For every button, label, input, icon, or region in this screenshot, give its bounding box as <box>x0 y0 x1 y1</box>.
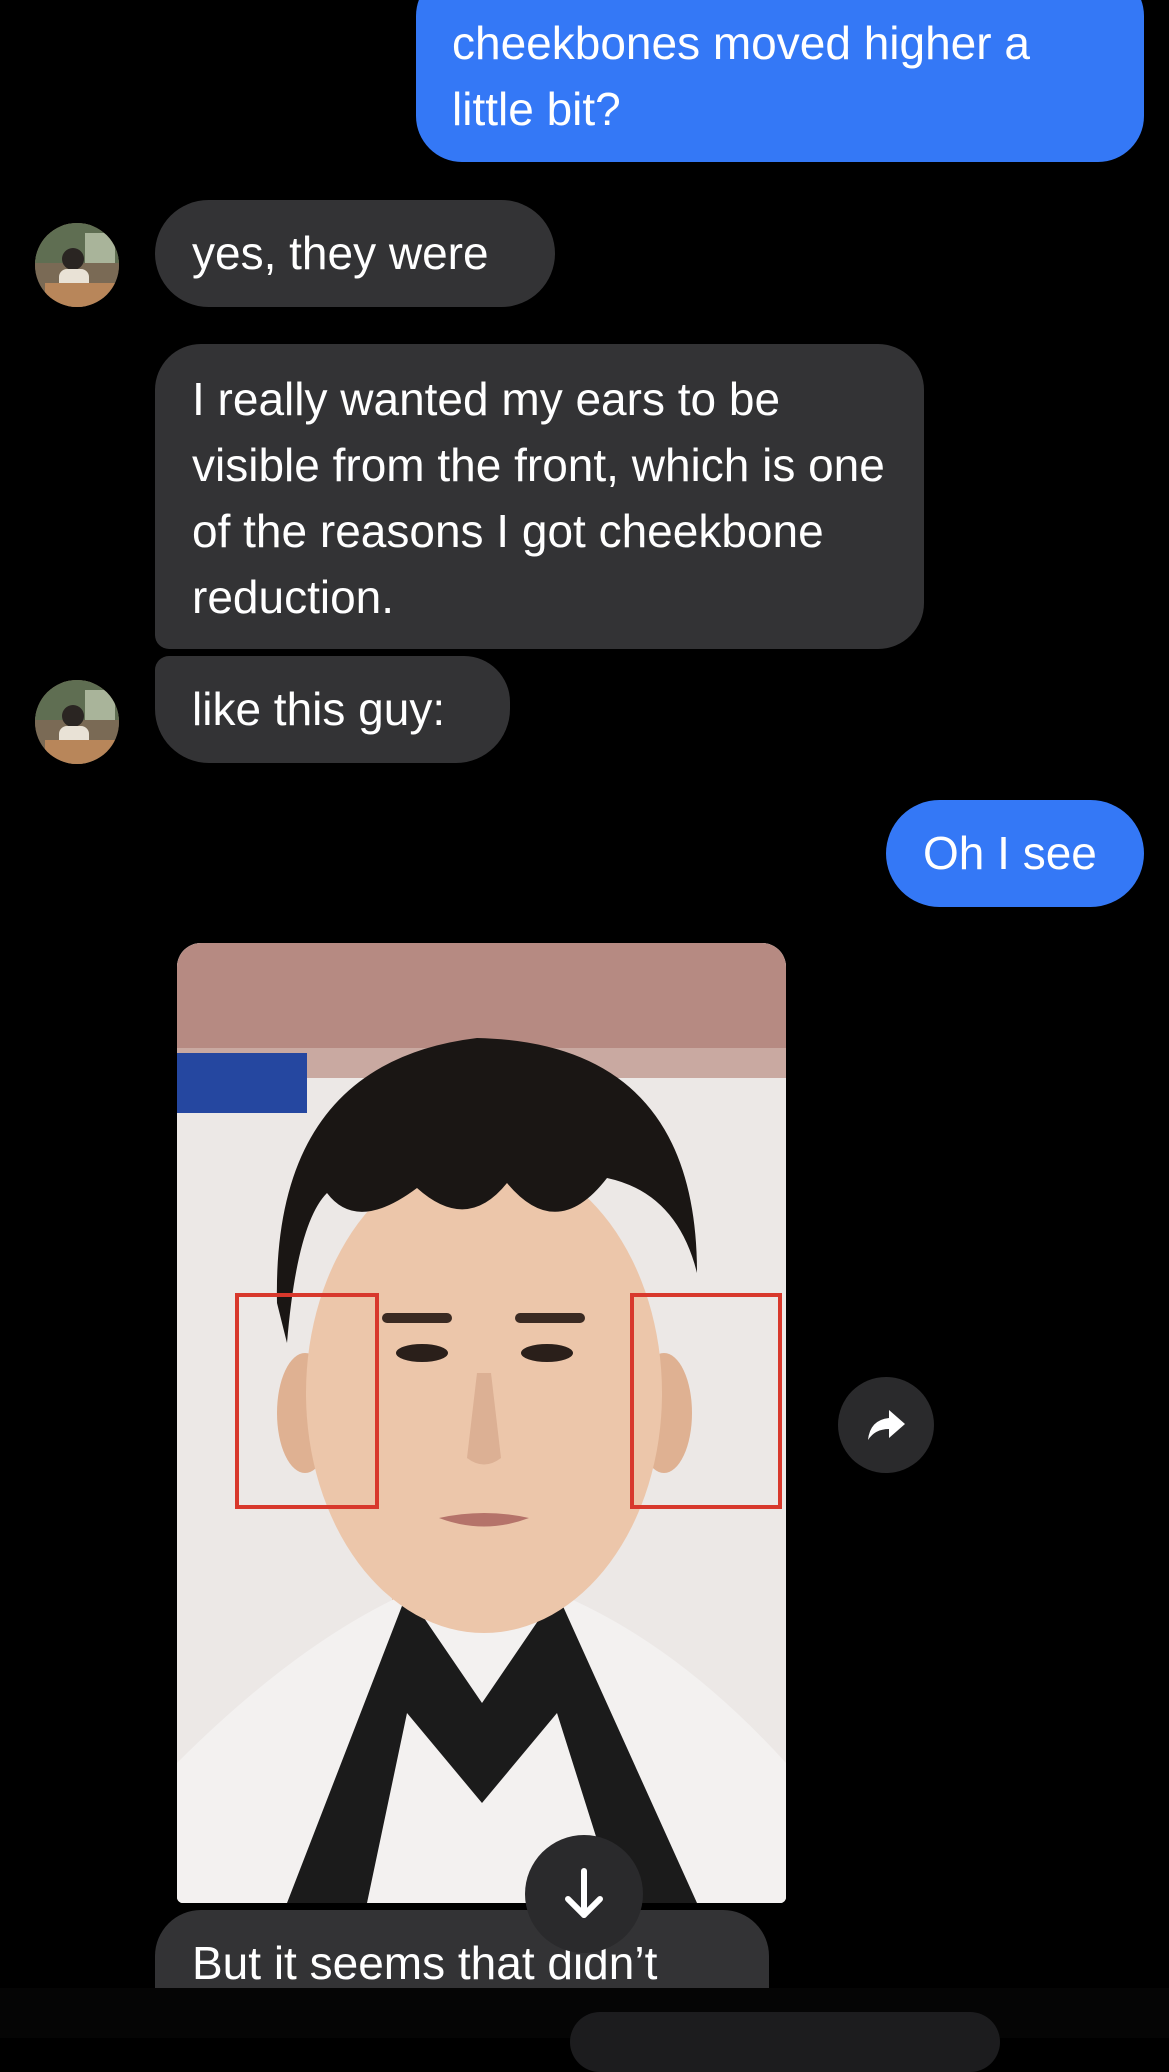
message-bubble-incoming[interactable]: like this guy: <box>155 656 510 763</box>
avatar-image <box>35 680 119 764</box>
message-text: Oh I see <box>923 827 1097 879</box>
message-text: I really wanted my ears to be visible fr… <box>192 373 885 623</box>
message-bubble-incoming[interactable]: I really wanted my ears to be visible fr… <box>155 344 924 649</box>
message-bubble-outgoing[interactable]: cheekbones moved higher a little bit? <box>416 0 1144 162</box>
message-text: cheekbones moved higher a little bit? <box>452 17 1030 135</box>
contact-avatar[interactable] <box>35 223 119 307</box>
avatar-image <box>35 223 119 307</box>
scroll-to-bottom-button[interactable] <box>525 1835 643 1953</box>
portrait-image <box>177 943 786 1903</box>
message-bubble-incoming[interactable]: yes, they were <box>155 200 555 307</box>
forward-button[interactable] <box>838 1377 934 1473</box>
message-text: yes, they were <box>192 227 489 279</box>
share-forward-icon <box>868 1410 905 1440</box>
message-bubble-outgoing[interactable]: Oh I see <box>886 800 1144 907</box>
contact-avatar[interactable] <box>35 680 119 764</box>
message-input[interactable] <box>570 2012 1000 2072</box>
arrow-down-icon <box>565 1868 603 1918</box>
photo-message[interactable] <box>177 943 786 1903</box>
message-text: like this guy: <box>192 683 446 735</box>
message-bubble-incoming[interactable]: But it seems that didn’t <box>155 1910 769 1988</box>
